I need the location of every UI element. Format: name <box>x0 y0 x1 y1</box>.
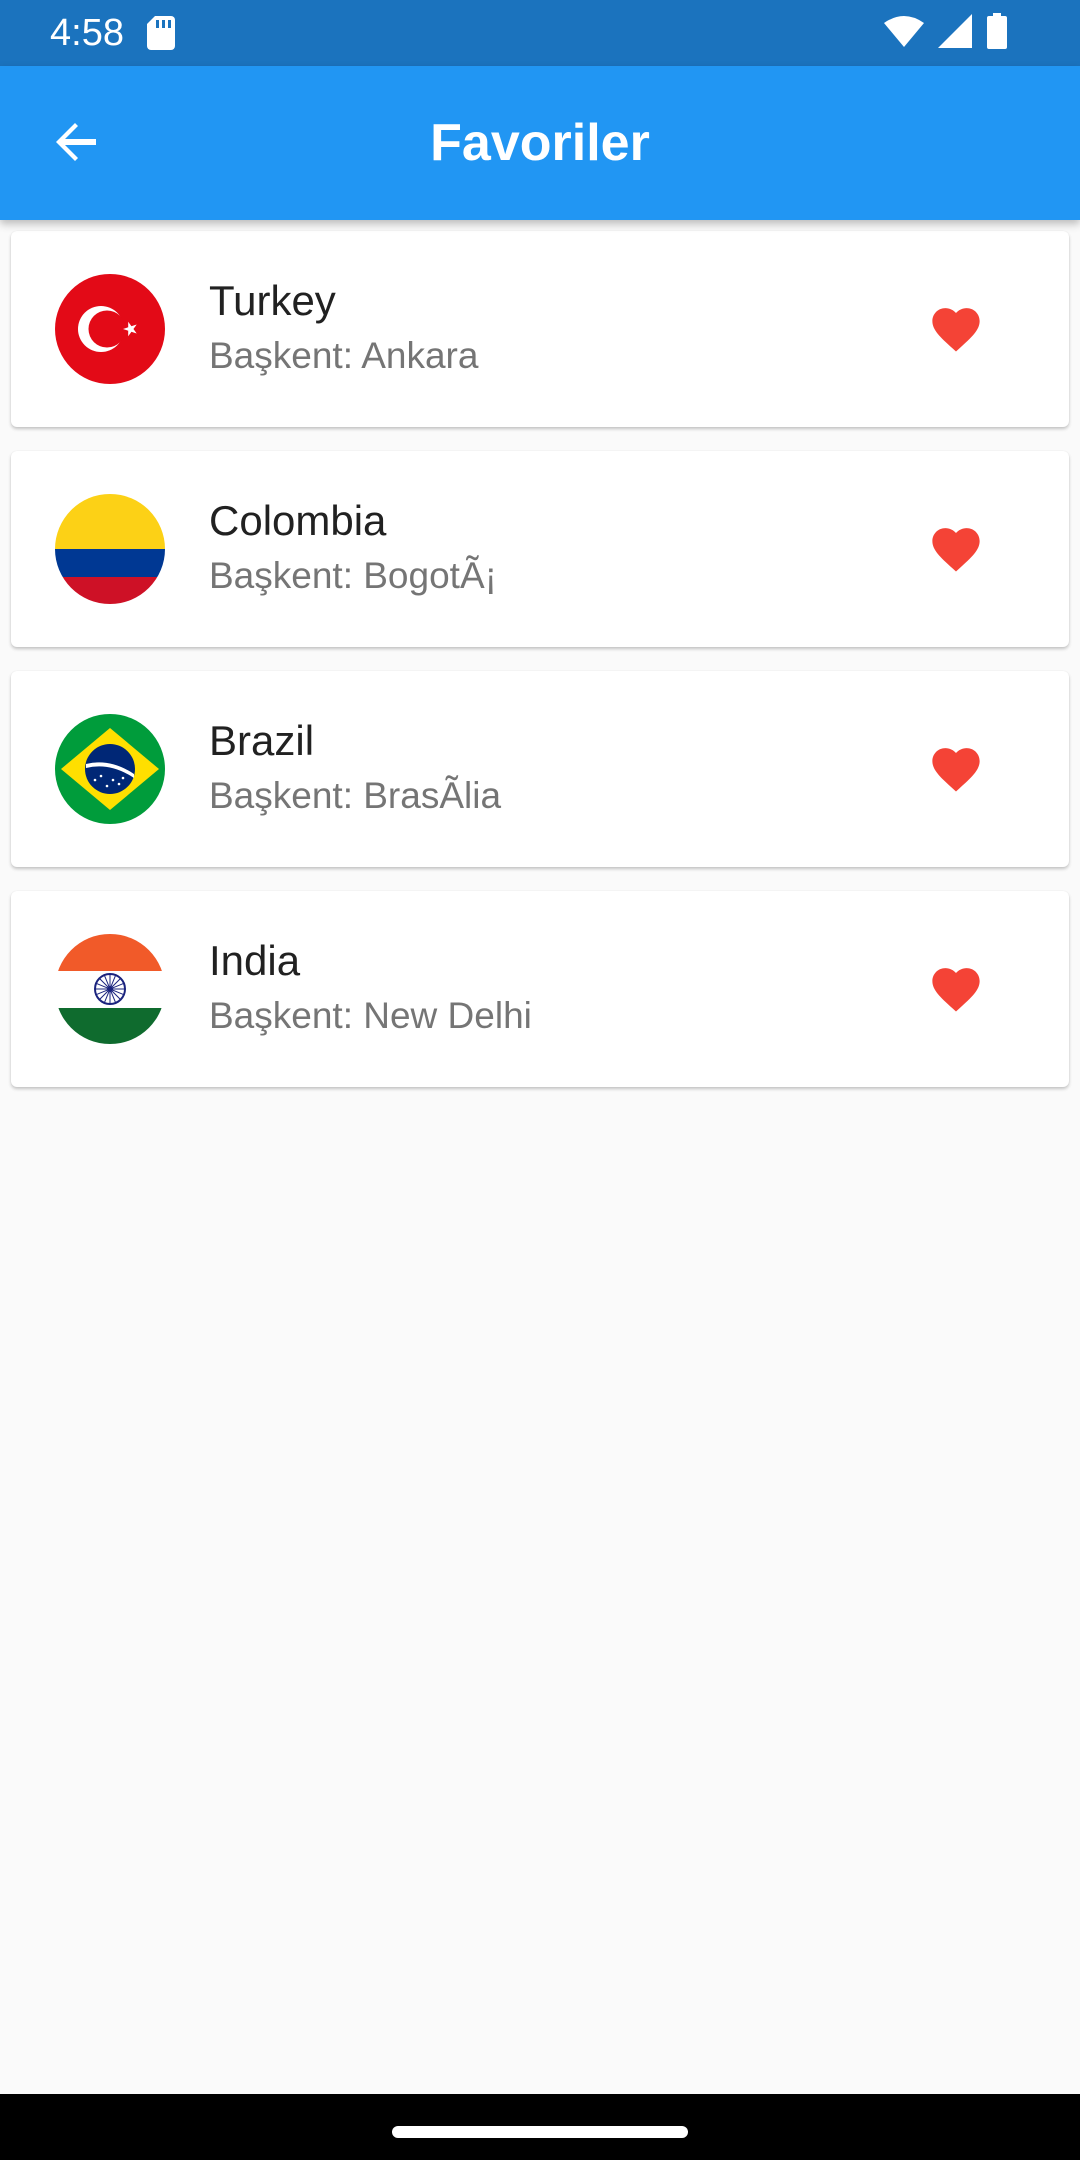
country-capital: Başkent: BrasÃlia <box>209 775 502 816</box>
heart-filled-icon <box>927 741 985 798</box>
brazil-flag-icon <box>55 714 165 824</box>
country-name: Turkey <box>209 277 336 324</box>
battery-icon <box>986 12 1008 54</box>
wifi-icon <box>884 15 924 52</box>
favorite-button[interactable] <box>924 957 988 1021</box>
status-time: 4:58 <box>50 12 124 54</box>
signal-icon <box>938 13 972 53</box>
country-capital: Başkent: New Delhi <box>209 995 532 1036</box>
turkey-flag-icon <box>55 274 165 384</box>
country-capital: Başkent: BogotÃ¡ <box>209 555 497 596</box>
heart-filled-icon <box>927 961 985 1018</box>
favorite-button[interactable] <box>924 517 988 581</box>
app-bar: Favoriler <box>0 66 1080 220</box>
list-item-brazil[interactable]: Brazil Başkent: BrasÃlia <box>11 671 1069 867</box>
country-capital: Başkent: Ankara <box>209 335 479 376</box>
page-title: Favoriler <box>430 114 650 172</box>
list-item-india[interactable]: India Başkent: New Delhi <box>11 891 1069 1087</box>
heart-filled-icon <box>927 521 985 578</box>
home-gesture-handle[interactable] <box>392 2126 688 2138</box>
favorite-button[interactable] <box>924 297 988 361</box>
status-bar: 4:58 <box>0 0 1080 66</box>
country-name: Colombia <box>209 497 387 544</box>
country-name: Brazil <box>209 717 315 764</box>
colombia-flag-icon <box>55 494 165 604</box>
list-item-colombia[interactable]: Colombia Başkent: BogotÃ¡ <box>11 451 1069 647</box>
india-flag-icon <box>55 934 165 1044</box>
favorite-button[interactable] <box>924 737 988 801</box>
list-item-turkey[interactable]: Turkey Başkent: Ankara <box>11 231 1069 427</box>
status-icons <box>884 12 1008 54</box>
country-name: India <box>209 937 301 984</box>
heart-filled-icon <box>927 301 985 358</box>
sd-card-icon <box>147 16 175 50</box>
favorites-list: Turkey Başkent: Ankara Colombia Başkent:… <box>11 231 1069 1111</box>
